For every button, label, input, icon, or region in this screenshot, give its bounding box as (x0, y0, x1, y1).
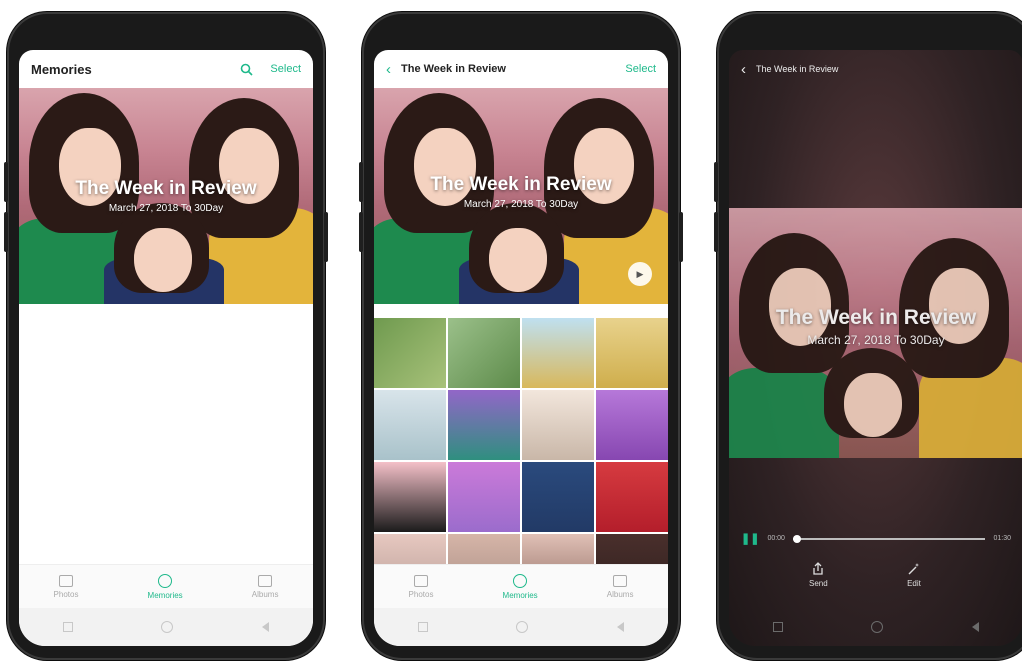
memory-video-frame[interactable]: The Week in Review March 27, 2018 To 30D… (729, 208, 1022, 458)
photo-thumb[interactable] (596, 390, 668, 460)
cover-subtitle: March 27, 2018 To 30Day (463, 199, 579, 210)
photo-thumb[interactable] (374, 462, 446, 532)
tab-photos[interactable]: Photos (53, 575, 79, 599)
page-title: The Week in Review (756, 64, 839, 74)
memories-icon (158, 574, 173, 588)
header: ‹ The Week in Review Select (374, 50, 668, 88)
play-icon[interactable]: ▶ (628, 262, 652, 286)
volume-button (4, 212, 8, 252)
photo-grid (374, 318, 668, 604)
cover-subtitle: March 27, 2018 To 30Day (807, 333, 945, 347)
progress-knob[interactable] (792, 534, 801, 543)
phone-memories: Memories Select The Week in Review March… (4, 12, 328, 660)
tab-label: Albums (251, 590, 279, 599)
header: Memories Select (19, 50, 313, 88)
recent-apps-icon[interactable] (63, 622, 74, 632)
tab-label: Photos (53, 590, 79, 599)
tab-photos[interactable]: Photos (408, 575, 434, 599)
photo-thumb[interactable] (596, 318, 668, 388)
edit-button[interactable]: Edit (907, 562, 921, 588)
system-navbar (729, 608, 1022, 646)
photo-thumb[interactable] (522, 390, 594, 460)
tab-label: Albums (606, 590, 634, 599)
tab-albums[interactable]: Albums (606, 575, 634, 599)
tab-label: Photos (408, 590, 434, 599)
current-time: 00:00 (767, 535, 785, 542)
cover-title: The Week in Review (75, 178, 257, 199)
volume-button (714, 212, 718, 252)
photo-thumb[interactable] (448, 462, 520, 532)
recent-apps-icon[interactable] (773, 622, 784, 632)
select-button[interactable]: Select (270, 63, 301, 75)
photo-thumb[interactable] (522, 462, 594, 532)
photos-icon (414, 575, 428, 587)
cover-title: The Week in Review (430, 174, 612, 195)
volume-button (359, 212, 363, 252)
memory-cover[interactable]: The Week in Review March 27, 2018 To 30D… (19, 88, 313, 304)
photos-icon (59, 575, 73, 587)
back-icon[interactable] (261, 622, 269, 632)
cover-subtitle: March 27, 2018 To 30Day (108, 203, 224, 214)
recent-apps-icon[interactable] (418, 622, 429, 632)
screen: Memories Select The Week in Review March… (19, 50, 313, 646)
phone-memory-detail: ‹ The Week in Review Select The Week in … (359, 12, 683, 660)
photo-thumb[interactable] (448, 390, 520, 460)
search-icon[interactable] (240, 63, 253, 76)
power-button (679, 212, 683, 262)
memory-cover[interactable]: The Week in Review March 27, 2018 To 30D… (374, 88, 668, 304)
cover-title: The Week in Review (775, 306, 977, 329)
page-title: The Week in Review (401, 63, 506, 75)
volume-button (4, 162, 8, 202)
memories-icon (513, 574, 528, 588)
tab-memories[interactable]: Memories (148, 574, 183, 600)
power-button (324, 212, 328, 262)
action-label: Edit (907, 579, 921, 588)
photo-thumb[interactable] (448, 318, 520, 388)
pause-icon[interactable]: ❚❚ (741, 532, 759, 545)
header: ‹ The Week in Review (729, 50, 1022, 88)
page-title: Memories (31, 61, 92, 77)
photo-thumb[interactable] (374, 318, 446, 388)
tab-albums[interactable]: Albums (251, 575, 279, 599)
share-icon (813, 562, 823, 575)
chevron-left-icon[interactable]: ‹ (741, 61, 746, 78)
home-icon[interactable] (871, 621, 884, 633)
total-time: 01:30 (993, 535, 1011, 542)
playback-bar: ❚❚ 00:00 01:30 (741, 532, 1011, 545)
send-button[interactable]: Send (809, 562, 828, 588)
albums-icon (258, 575, 273, 587)
albums-icon (613, 575, 628, 587)
phone-memory-player: ‹ The Week in Review The Week in Review … (714, 12, 1022, 660)
select-button[interactable]: Select (625, 63, 656, 75)
photo-thumb[interactable] (596, 462, 668, 532)
back-icon[interactable] (971, 622, 979, 632)
screen: ‹ The Week in Review The Week in Review … (729, 50, 1022, 646)
home-icon[interactable] (161, 621, 174, 633)
bottom-tabbar: Photos Memories Albums (19, 564, 313, 609)
tab-label: Memories (147, 591, 183, 600)
magic-wand-icon (908, 563, 919, 575)
progress-slider[interactable] (792, 534, 986, 543)
screen: ‹ The Week in Review Select The Week in … (374, 50, 668, 646)
back-icon[interactable] (616, 622, 624, 632)
action-label: Send (809, 579, 828, 588)
chevron-left-icon[interactable]: ‹ (386, 61, 391, 78)
volume-button (359, 162, 363, 202)
photo-thumb[interactable] (522, 318, 594, 388)
tab-memories[interactable]: Memories (503, 574, 538, 600)
volume-button (714, 162, 718, 202)
system-navbar (19, 608, 313, 646)
tab-label: Memories (502, 591, 538, 600)
photo-thumb[interactable] (374, 390, 446, 460)
home-icon[interactable] (516, 621, 529, 633)
system-navbar (374, 608, 668, 646)
bottom-tabbar: Photos Memories Albums (374, 564, 668, 609)
